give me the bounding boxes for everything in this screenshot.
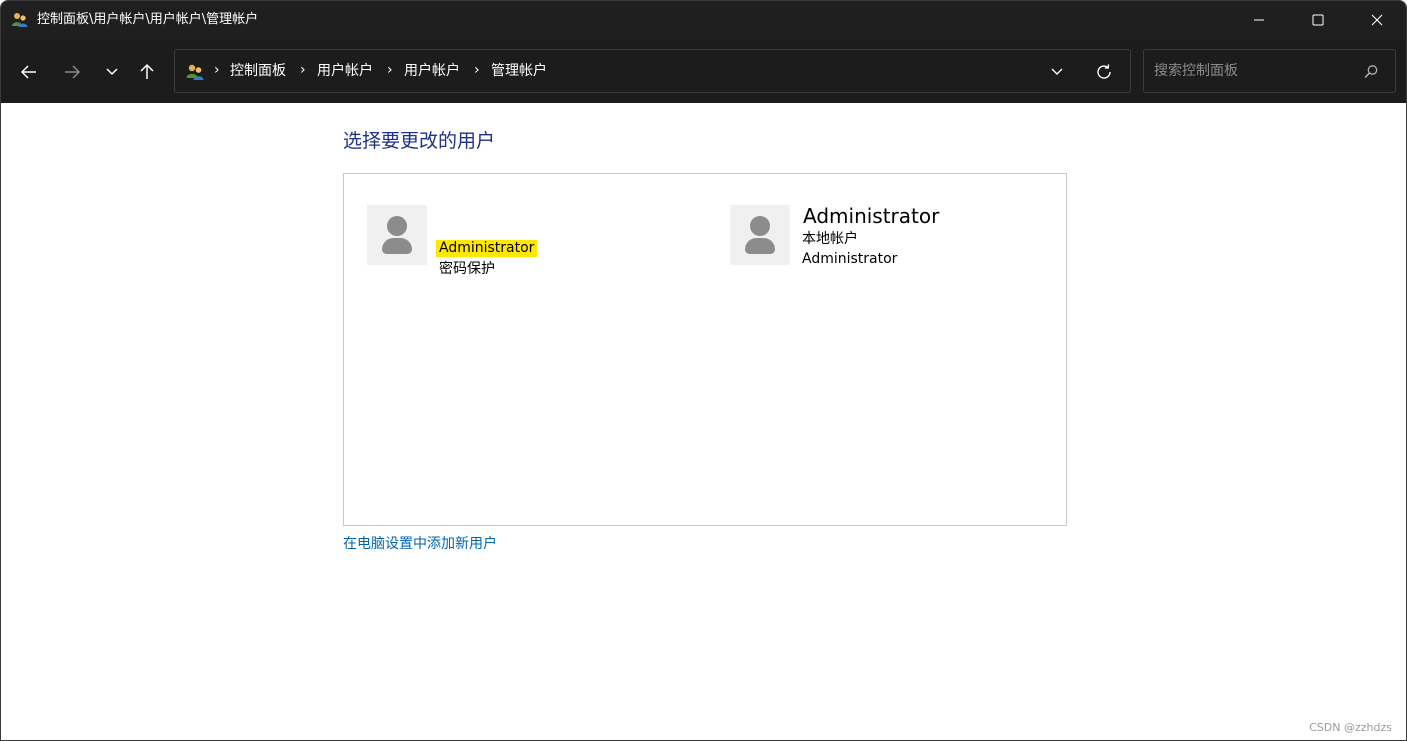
user-list-panel: Administrator 密码保护 Administrator 本地帐户 Ad… [343, 173, 1067, 526]
user-description: 密码保护 [439, 261, 495, 277]
breadcrumb-manage-accounts[interactable]: 管理帐户 [491, 63, 547, 80]
breadcrumb-separator: › [300, 62, 306, 78]
up-arrow-icon [140, 63, 154, 79]
close-button[interactable] [1348, 1, 1406, 39]
user-card-administrator-protected[interactable]: Administrator 密码保护 [367, 205, 667, 285]
minimize-button[interactable] [1230, 1, 1288, 39]
title-bar: 控制面板\用户帐户\用户帐户\管理帐户 [1, 1, 1406, 39]
forward-button[interactable] [57, 57, 87, 87]
refresh-button[interactable] [1093, 61, 1115, 83]
search-box[interactable] [1143, 49, 1396, 93]
content-area: 选择要更改的用户 Administrator 密码保护 Administrato… [1, 103, 1406, 740]
user-card-administrator-local[interactable]: Administrator 本地帐户 Administrator [730, 204, 1030, 285]
breadcrumb-separator: › [474, 62, 480, 78]
address-history-button[interactable] [1047, 62, 1067, 82]
breadcrumb-control-panel[interactable]: 控制面板 [230, 63, 286, 80]
maximize-icon [1312, 14, 1324, 26]
user-avatar [367, 205, 427, 265]
back-arrow-icon [20, 65, 36, 79]
breadcrumb-user-accounts[interactable]: 用户帐户 [317, 63, 373, 80]
users-icon [186, 64, 204, 80]
chevron-down-icon [1051, 68, 1063, 75]
address-bar[interactable]: › 控制面板 › 用户帐户 › 用户帐户 › 管理帐户 [174, 49, 1131, 93]
chevron-down-icon [106, 68, 118, 76]
watermark: CSDN @zzhdzs [1309, 721, 1392, 734]
breadcrumb-separator: › [214, 62, 220, 78]
user-account-type: 本地帐户 [802, 231, 858, 247]
breadcrumb-separator: › [387, 62, 393, 78]
avatar-body [745, 238, 775, 254]
avatar-head [387, 216, 407, 236]
recent-locations-button[interactable] [97, 57, 127, 87]
forward-arrow-icon [65, 65, 81, 79]
breadcrumb-user-accounts-sub[interactable]: 用户帐户 [404, 63, 460, 80]
page-title: 选择要更改的用户 [343, 130, 496, 152]
up-button[interactable] [132, 57, 162, 87]
avatar-body [382, 238, 412, 254]
control-panel-window: 控制面板\用户帐户\用户帐户\管理帐户 › 控制面板 › 用户帐户 › 用户帐户… [0, 0, 1407, 741]
back-button[interactable] [14, 57, 44, 87]
users-icon [12, 13, 28, 27]
search-icon [1364, 65, 1378, 79]
user-name: Administrator [803, 204, 940, 228]
user-avatar [730, 205, 790, 265]
user-name: Administrator [436, 240, 538, 257]
window-title: 控制面板\用户帐户\用户帐户\管理帐户 [37, 12, 259, 27]
add-new-user-link[interactable]: 在电脑设置中添加新用户 [343, 536, 497, 553]
search-input[interactable] [1152, 60, 1352, 82]
user-role: Administrator [802, 251, 898, 267]
close-icon [1371, 14, 1383, 26]
navigation-bar: › 控制面板 › 用户帐户 › 用户帐户 › 管理帐户 [1, 39, 1406, 103]
minimize-icon [1254, 19, 1264, 21]
maximize-button[interactable] [1289, 1, 1347, 39]
avatar-head [750, 216, 770, 236]
refresh-icon [1097, 64, 1111, 79]
